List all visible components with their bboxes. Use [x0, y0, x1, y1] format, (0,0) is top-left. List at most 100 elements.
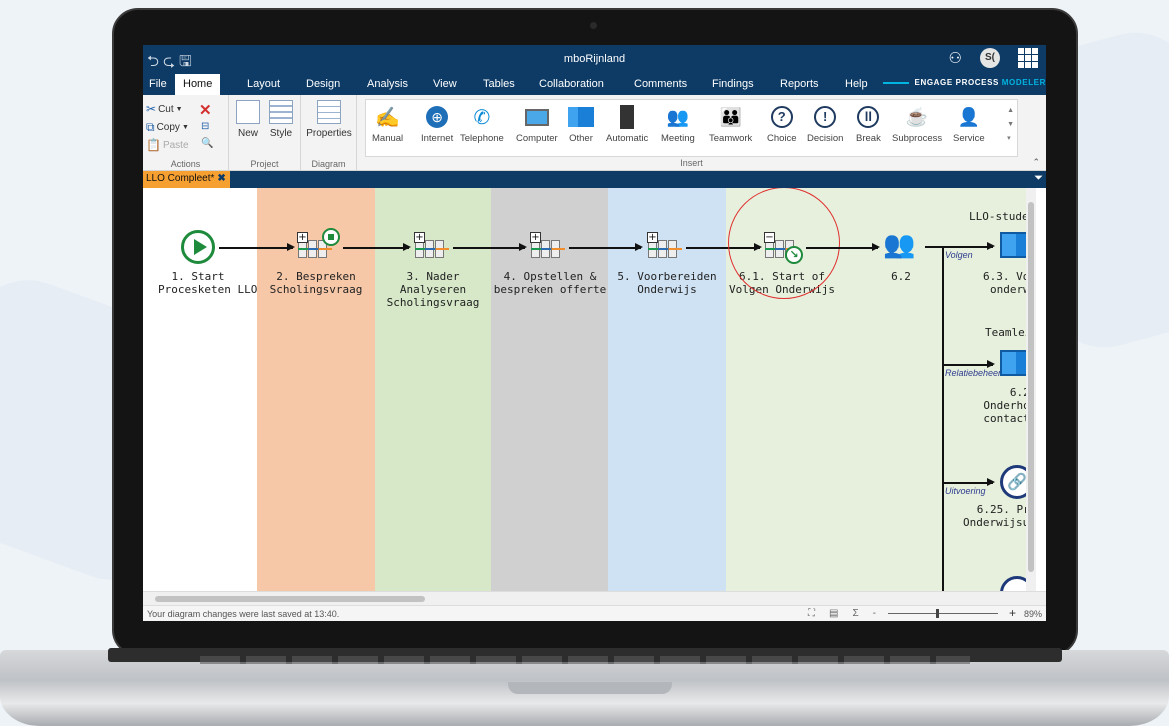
cut-button[interactable]: ✂ Cut ▼	[146, 103, 183, 115]
square-icon	[568, 107, 594, 127]
insert-service[interactable]: 👤 Service	[953, 104, 985, 145]
laptop-notch	[508, 682, 672, 694]
insert-gallery: ✍ Manual ⊕ Internet ✆ Telephone Computer Ot…	[365, 99, 1018, 157]
node-label: 6.2	[891, 270, 911, 283]
insert-decision[interactable]: ! Decision	[807, 104, 843, 144]
window-title: mboRijnland	[563, 53, 626, 65]
tab-analysis[interactable]: Analysis	[367, 78, 408, 90]
insert-break[interactable]: ll Break	[856, 104, 881, 144]
question-icon: ?	[770, 106, 793, 128]
diagram-group: Properties Diagram	[301, 95, 357, 171]
align-icon[interactable]: ⊟	[201, 121, 209, 132]
group-label-actions: Actions	[170, 159, 201, 169]
gallery-scroll[interactable]: ▲ ▼ ▾	[1007, 104, 1014, 146]
fit-page-icon[interactable]: ⛶	[808, 608, 815, 619]
tab-collaboration[interactable]: Collaboration	[539, 78, 604, 90]
document-tab-bar: LLO Compleet* ✖ ⏷	[143, 171, 1046, 188]
app-grid-icon[interactable]	[1018, 48, 1038, 68]
group-label-diagram: Diagram	[311, 159, 346, 169]
find-icon[interactable]: 🔍	[201, 138, 213, 149]
new-document-icon	[236, 100, 260, 124]
branch-line	[942, 246, 944, 591]
subprocess-icon[interactable]: +	[647, 232, 682, 258]
zoom-slider[interactable]	[888, 609, 998, 618]
flow-arrow	[453, 244, 527, 250]
insert-choice[interactable]: ? Choice	[767, 104, 797, 144]
status-bar: Your diagram changes were last saved at …	[143, 605, 1046, 621]
insert-telephone[interactable]: ✆ Telephone	[460, 104, 504, 145]
delete-icon[interactable]: ✕	[199, 101, 212, 119]
properties-icon	[317, 100, 341, 124]
insert-subprocess[interactable]: ☕ Subprocess	[892, 104, 942, 145]
page-view-icon[interactable]: ▤	[829, 608, 838, 619]
style-button[interactable]: Style	[267, 100, 295, 139]
brand-logo: ENGAGE PROCESS MODELER	[882, 78, 1046, 87]
flow-arrow	[943, 361, 995, 367]
flow-arrow	[806, 244, 880, 250]
tab-help[interactable]: Help	[845, 78, 868, 90]
stop-icon	[322, 228, 340, 246]
scissors-icon: ✂	[146, 102, 157, 116]
insert-meeting[interactable]: 👥 Meeting	[661, 104, 695, 145]
camera-icon	[590, 22, 597, 29]
pause-icon: ll	[857, 106, 880, 128]
clipboard-icon: 📋	[146, 138, 161, 152]
copy-icon: ⧉	[146, 120, 155, 134]
vertical-scrollbar[interactable]	[1026, 188, 1036, 591]
monitor-icon	[524, 108, 549, 126]
document-tab[interactable]: LLO Compleet* ✖	[143, 171, 230, 188]
tab-findings[interactable]: Findings	[712, 78, 754, 90]
subprocess-icon[interactable]: +	[297, 228, 340, 258]
avatar[interactable]: S(	[980, 48, 1000, 68]
insert-internet[interactable]: ⊕ Internet	[421, 104, 453, 144]
insert-teamwork[interactable]: 👪 Teamwork	[709, 104, 752, 145]
tab-tables[interactable]: Tables	[483, 78, 515, 90]
tab-file[interactable]: File	[149, 78, 167, 90]
copy-button[interactable]: ⧉ Copy ▼	[146, 121, 189, 133]
diagram-canvas[interactable]: 1. Start Procesketen LLO + 2. Bespreken Sc…	[143, 188, 1036, 591]
teamwork-icon[interactable]: 👥	[883, 232, 915, 258]
new-button[interactable]: New	[235, 100, 261, 139]
flow-arrow	[943, 243, 995, 249]
tab-view[interactable]: View	[433, 78, 457, 90]
insert-other[interactable]: Other	[568, 104, 594, 144]
collaborators-icon[interactable]: ⚇	[949, 49, 962, 67]
close-icon[interactable]: ✖	[217, 173, 225, 188]
tab-comments[interactable]: Comments	[634, 78, 687, 90]
flow-arrow	[943, 479, 995, 485]
zoom-in-button[interactable]: +	[1009, 606, 1016, 620]
teamwork-icon: 👪	[719, 106, 742, 127]
paste-button[interactable]: 📋 Paste	[146, 139, 189, 151]
tab-layout[interactable]: Layout	[247, 78, 280, 90]
node-label: 1. Start Procesketen LLO	[158, 270, 258, 296]
subprocess-icon[interactable]: +	[414, 232, 449, 258]
tab-design[interactable]: Design	[306, 78, 340, 90]
tab-reports[interactable]: Reports	[780, 78, 819, 90]
branch-label: Uitvoering	[945, 486, 986, 496]
tab-home[interactable]: Home	[175, 74, 221, 95]
group-label-insert: Insert	[680, 158, 703, 168]
flow-arrow	[343, 244, 411, 250]
start-event[interactable]	[181, 230, 215, 264]
service-person-icon: 👤	[957, 106, 981, 127]
sum-icon[interactable]: Σ	[852, 608, 858, 619]
node-label: 5. Voorbereiden Onderwijs	[617, 270, 717, 296]
app-window: ⮌⮎🖫 mboRijnland ⚇ S( File Home Layout De…	[143, 45, 1046, 621]
subprocess-icon[interactable]: +	[530, 232, 565, 258]
flow-arrow	[569, 244, 643, 250]
insert-manual[interactable]: ✍ Manual	[372, 104, 403, 145]
horizontal-scrollbar[interactable]	[143, 591, 1046, 605]
cup-icon: ☕	[905, 106, 929, 127]
collapse-ribbon-icon[interactable]: ⌃	[1032, 157, 1040, 168]
zoom-out-button[interactable]: -	[873, 608, 876, 619]
properties-button[interactable]: Properties	[305, 100, 353, 139]
globe-icon: ⊕	[426, 106, 449, 128]
node-label: 3. Nader Analyseren Scholingsvraag	[386, 270, 480, 309]
exclamation-icon: !	[814, 106, 837, 128]
node-label: 2. Bespreken Scholingsvraag	[269, 270, 363, 296]
filter-icon[interactable]: ⏷	[1034, 172, 1043, 185]
play-icon	[194, 239, 207, 255]
meeting-icon: 👥	[666, 106, 690, 127]
insert-automatic[interactable]: Automatic	[606, 104, 648, 144]
insert-computer[interactable]: Computer	[516, 104, 558, 144]
